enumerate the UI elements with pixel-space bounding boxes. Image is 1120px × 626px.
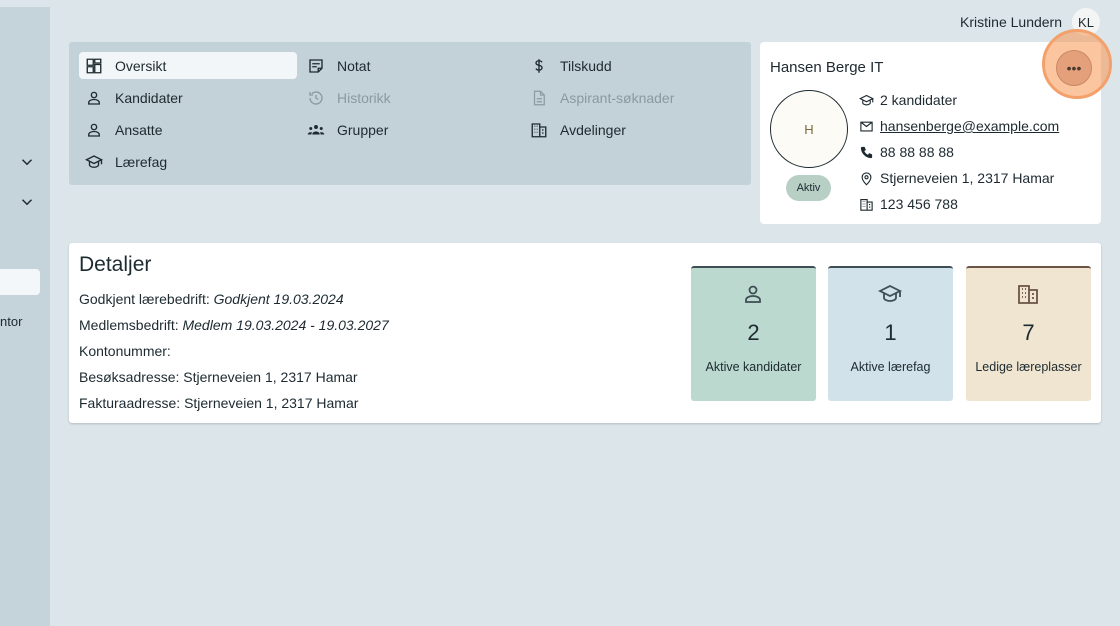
stat-card-candidates[interactable]: 2 Aktive kandidater	[691, 266, 816, 401]
nav-item-label: Notat	[337, 57, 371, 74]
nav-item-label: Tilskudd	[560, 57, 612, 74]
person-icon	[88, 123, 100, 137]
stat-value: 1	[884, 320, 897, 345]
stat-value: 2	[747, 320, 760, 345]
building-icon	[531, 122, 547, 137]
details-title: Detaljer	[79, 253, 152, 276]
detail-label: Godkjent lærebedrift:	[79, 291, 210, 307]
user-name: Kristine Lundern	[960, 14, 1062, 30]
nav-item-label: Avdelinger	[560, 121, 626, 138]
stat-label: Aktive kandidater	[705, 360, 802, 374]
more-options-button[interactable]: •••	[1056, 50, 1092, 86]
more-horizontal-icon: •••	[1066, 60, 1082, 76]
nav-item-label: Aspirant-søknader	[560, 89, 675, 106]
nav-item-laerefag[interactable]: Lærefag	[79, 148, 297, 175]
sidebar-item-label[interactable]: ntor	[0, 314, 22, 329]
phone-icon	[860, 146, 873, 158]
nav-item-label: Oversikt	[115, 57, 167, 74]
note-icon	[309, 58, 323, 73]
nav-item-kandidater[interactable]: Kandidater	[79, 84, 297, 111]
detail-value: Godkjent 19.03.2024	[213, 291, 344, 307]
details-card: Detaljer Godkjent lærebedrift: Godkjent …	[69, 243, 1101, 423]
detail-row: Fakturaadresse: Stjerneveien 1, 2317 Ham…	[79, 395, 358, 411]
stat-label: Aktive lærefag	[850, 360, 931, 374]
contact-phone: 88 88 88 88	[859, 144, 954, 160]
contact-address: Stjerneveien 1, 2317 Hamar	[859, 170, 1054, 186]
history-icon	[309, 90, 323, 105]
nav-item-oversikt[interactable]: Oversikt	[79, 52, 297, 79]
nav-item-tilskudd[interactable]: Tilskudd	[524, 52, 734, 79]
person-icon	[745, 285, 761, 303]
nav-item-grupper[interactable]: Grupper	[301, 116, 511, 143]
nav-item-label: Ansatte	[115, 121, 163, 138]
detail-value: Stjerneveien 1, 2317 Hamar	[184, 395, 359, 411]
person-icon	[88, 91, 100, 105]
contact-candidates: 2 kandidater	[859, 92, 957, 108]
org-number: 123 456 788	[880, 196, 958, 212]
sidebar: ntor	[0, 7, 50, 626]
email-link[interactable]: hansenberge@example.com	[880, 118, 1059, 134]
detail-label: Medlemsbedrift:	[79, 317, 179, 333]
detail-value: Medlem 19.03.2024 - 19.03.2027	[182, 317, 389, 333]
school-icon	[85, 154, 103, 168]
detail-row: Besøksadresse: Stjerneveien 1, 2317 Hama…	[79, 369, 358, 385]
detail-row: Kontonummer:	[79, 343, 171, 359]
detail-row: Medlemsbedrift: Medlem 19.03.2024 - 19.0…	[79, 317, 389, 333]
company-nav-panel: Oversikt Notat Tilskudd Kandidater Histo…	[69, 42, 751, 185]
candidates-count: 2 kandidater	[880, 92, 958, 108]
school-icon	[859, 94, 874, 105]
detail-label: Besøksadresse:	[79, 369, 180, 385]
contact-org-number: 123 456 788	[859, 196, 958, 212]
detail-label: Fakturaadresse:	[79, 395, 181, 411]
nav-item-aspirant-soknader: Aspirant-søknader	[524, 84, 734, 111]
stat-label: Ledige læreplasser	[975, 360, 1082, 374]
contact-email: hansenberge@example.com	[859, 118, 1059, 134]
stat-card-positions[interactable]: 7 Ledige læreplasser	[966, 266, 1091, 401]
company-avatar: H	[770, 90, 848, 168]
sidebar-item-active[interactable]	[0, 269, 40, 295]
stat-card-subjects[interactable]: 1 Aktive lærefag	[828, 266, 953, 401]
status-badge: Aktiv	[786, 175, 831, 201]
address-text: Stjerneveien 1, 2317 Hamar	[880, 170, 1055, 186]
dashboard-icon	[86, 58, 102, 73]
nav-item-label: Kandidater	[115, 89, 183, 106]
building-icon	[860, 198, 873, 211]
company-card: Hansen Berge IT ••• H Aktiv 2 kandidater…	[760, 29, 1112, 224]
nav-item-label: Lærefag	[115, 153, 168, 170]
mail-icon	[860, 121, 873, 131]
phone-number: 88 88 88 88	[880, 144, 954, 160]
detail-row: Godkjent lærebedrift: Godkjent 19.03.202…	[79, 291, 344, 307]
building-icon	[1018, 285, 1038, 304]
company-name: Hansen Berge IT	[770, 59, 884, 76]
detail-label: Kontonummer:	[79, 343, 171, 359]
nav-item-historikk: Historikk	[301, 84, 511, 111]
dollar-icon	[535, 58, 543, 73]
nav-item-label: Historikk	[337, 89, 391, 106]
location-icon	[861, 171, 872, 186]
nav-item-label: Grupper	[337, 121, 389, 138]
nav-item-avdelinger[interactable]: Avdelinger	[524, 116, 734, 143]
document-icon	[533, 90, 545, 105]
chevron-down-icon[interactable]	[18, 193, 36, 211]
groups-icon	[307, 124, 325, 134]
chevron-down-icon[interactable]	[18, 153, 36, 171]
stat-value: 7	[1022, 320, 1035, 345]
school-icon	[878, 284, 902, 302]
detail-value: Stjerneveien 1, 2317 Hamar	[183, 369, 358, 385]
nav-item-notat[interactable]: Notat	[301, 52, 511, 79]
nav-item-ansatte[interactable]: Ansatte	[79, 116, 297, 143]
